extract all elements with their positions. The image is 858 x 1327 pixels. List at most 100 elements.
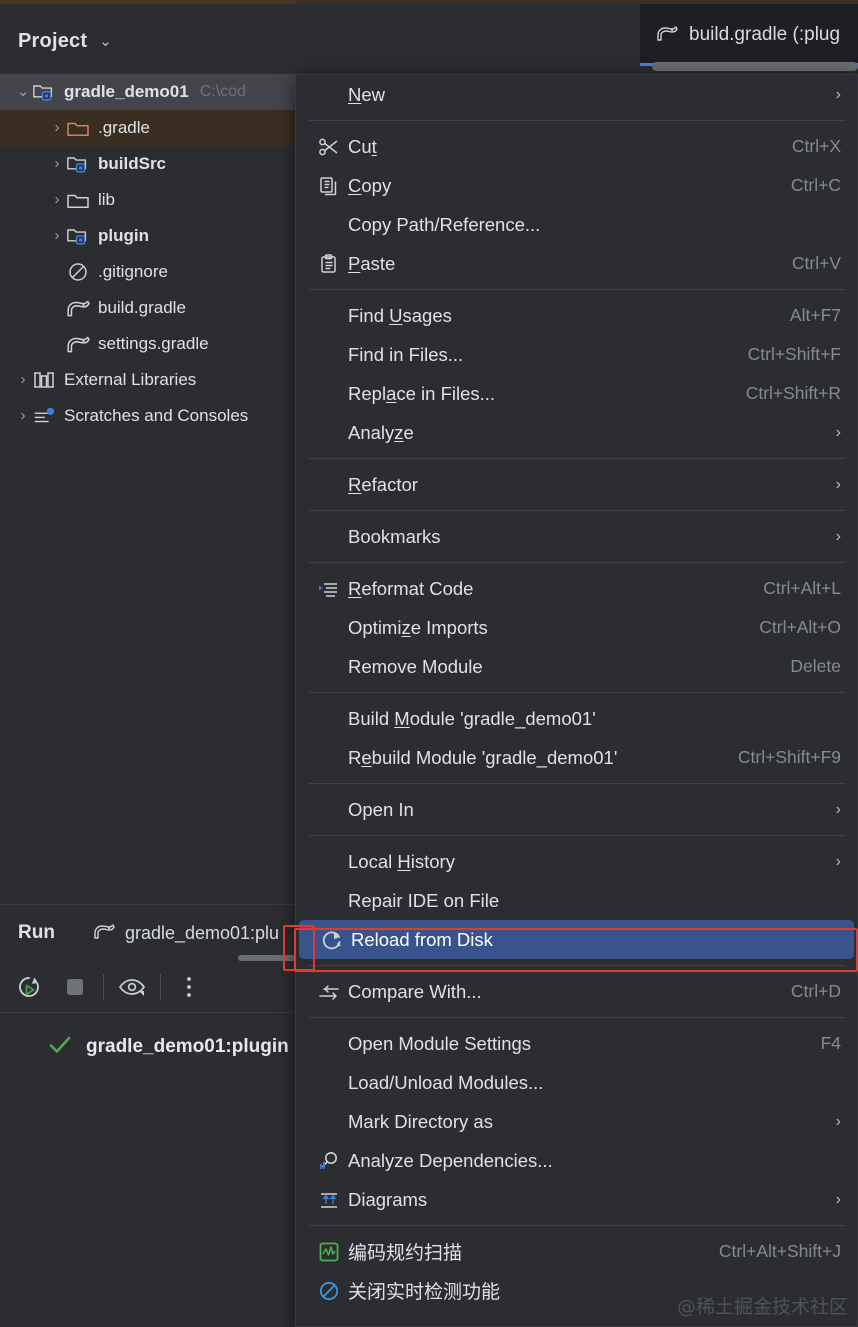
menu-item-label: Mark Directory as bbox=[348, 1110, 493, 1132]
menu-item-load-unload-modules[interactable]: Load/Unload Modules... bbox=[296, 1063, 857, 1102]
code-scan-icon bbox=[314, 1241, 344, 1263]
menu-item-shortcut: Ctrl+Alt+O bbox=[759, 617, 841, 637]
menu-item-analyze-dependencies[interactable]: Analyze Dependencies... bbox=[296, 1141, 857, 1180]
chevron-right-icon[interactable]: › bbox=[14, 371, 32, 389]
menu-item-label: Open Module Settings bbox=[348, 1032, 532, 1054]
menu-separator bbox=[308, 835, 845, 836]
menu-item-copy[interactable]: Copy Ctrl+C bbox=[296, 166, 857, 205]
menu-item-reformat-code[interactable]: Reformat Code Ctrl+Alt+L bbox=[296, 569, 857, 608]
tab-label: build.gradle (:plug bbox=[689, 24, 841, 45]
menu-item-open-in[interactable]: Open In › bbox=[296, 790, 857, 829]
menu-item-label: Rebuild Module 'gradle_demo01' bbox=[348, 746, 618, 768]
menu-separator bbox=[308, 1225, 845, 1226]
menu-icon-placeholder bbox=[314, 305, 344, 327]
menu-icon-placeholder bbox=[314, 1072, 344, 1094]
menu-item-label: Local History bbox=[348, 850, 455, 872]
menu-icon-placeholder bbox=[314, 851, 344, 873]
menu-item-build-module-gradle-demo01[interactable]: Build Module 'gradle_demo01' bbox=[296, 699, 857, 738]
run-tab-gradle-demo01[interactable]: gradle_demo01:plu bbox=[93, 922, 279, 945]
menu-item-label: Refactor bbox=[348, 473, 418, 495]
eye-icon[interactable] bbox=[109, 964, 155, 1010]
gradle-icon bbox=[656, 24, 678, 47]
chevron-right-icon[interactable]: › bbox=[48, 119, 66, 137]
menu-item-label: Cut bbox=[348, 135, 377, 157]
menu-item-label: New bbox=[348, 83, 386, 105]
check-icon bbox=[48, 1035, 72, 1060]
menu-item-label: Copy Path/Reference... bbox=[348, 213, 541, 235]
chevron-right-icon[interactable]: › bbox=[48, 155, 66, 173]
menu-item-label: 编码规约扫描 bbox=[348, 1243, 463, 1264]
chevron-right-icon[interactable]: › bbox=[14, 407, 32, 425]
menu-item-shortcut: Ctrl+V bbox=[791, 253, 841, 273]
gitignore-icon bbox=[66, 261, 90, 283]
toolbar-divider bbox=[103, 973, 104, 1000]
run-result-label: gradle_demo01:plugin bbox=[86, 1036, 289, 1057]
menu-item-shortcut: Ctrl+D bbox=[790, 981, 841, 1001]
diagrams-icon bbox=[314, 1189, 344, 1211]
paste-icon bbox=[314, 253, 344, 275]
tab-build-gradle[interactable]: build.gradle (:plug bbox=[640, 4, 858, 66]
module-folder-icon bbox=[32, 81, 56, 103]
scissors-icon bbox=[314, 136, 344, 158]
menu-item-编码规约扫描[interactable]: 编码规约扫描 Ctrl+Alt+Shift+J bbox=[296, 1232, 857, 1271]
menu-icon-placeholder bbox=[314, 617, 344, 639]
chevron-right-icon: › bbox=[835, 475, 841, 493]
menu-separator bbox=[308, 562, 845, 563]
menu-item-refactor[interactable]: Refactor › bbox=[296, 465, 857, 504]
menu-item-mark-directory-as[interactable]: Mark Directory as › bbox=[296, 1102, 857, 1141]
module-folder-icon bbox=[66, 153, 90, 175]
tree-item-label: External Libraries bbox=[64, 370, 197, 389]
watermark-text: @稀土掘金技术社区 bbox=[676, 1296, 848, 1318]
editor-horizontal-scrollbar[interactable] bbox=[652, 62, 858, 71]
menu-item-compare-with[interactable]: Compare With... Ctrl+D bbox=[296, 972, 857, 1011]
chevron-right-icon[interactable]: › bbox=[48, 227, 66, 245]
menu-item-local-history[interactable]: Local History › bbox=[296, 842, 857, 881]
menu-item-reload-from-disk[interactable]: Reload from Disk bbox=[299, 920, 854, 959]
menu-item-analyze[interactable]: Analyze › bbox=[296, 413, 857, 452]
menu-item-repair-ide-on-file[interactable]: Repair IDE on File bbox=[296, 881, 857, 920]
menu-icon-placeholder bbox=[314, 1033, 344, 1055]
project-panel-header[interactable]: Project ⌄ bbox=[0, 8, 640, 74]
disable-inspection-icon bbox=[314, 1280, 344, 1302]
chevron-down-icon[interactable]: ⌄ bbox=[99, 34, 112, 49]
menu-item-paste[interactable]: Paste Ctrl+V bbox=[296, 244, 857, 283]
menu-item-optimize-imports[interactable]: Optimize Imports Ctrl+Alt+O bbox=[296, 608, 857, 647]
menu-item-cut[interactable]: Cut Ctrl+X bbox=[296, 127, 857, 166]
menu-item-shortcut: F4 bbox=[820, 1033, 841, 1053]
chevron-right-icon[interactable]: › bbox=[48, 191, 66, 209]
scratches-icon bbox=[32, 405, 56, 427]
stop-button[interactable] bbox=[52, 964, 98, 1010]
module-folder-icon bbox=[66, 225, 90, 247]
menu-item-bookmarks[interactable]: Bookmarks › bbox=[296, 517, 857, 556]
chevron-down-icon[interactable]: ⌄ bbox=[14, 83, 32, 101]
tree-item-label: plugin bbox=[98, 226, 149, 245]
menu-item-rebuild-module-gradle-demo01[interactable]: Rebuild Module 'gradle_demo01' Ctrl+Shift… bbox=[296, 738, 857, 777]
menu-item-label: Open In bbox=[348, 798, 414, 820]
menu-item-label: Remove Module bbox=[348, 655, 483, 677]
menu-item-find-in-files[interactable]: Find in Files... Ctrl+Shift+F bbox=[296, 335, 857, 374]
ide-window: build.gradle (:plug Project ⌄ ⌄ gradle_de… bbox=[0, 0, 858, 1327]
menu-item-label: Diagrams bbox=[348, 1188, 428, 1210]
chevron-right-icon: › bbox=[835, 800, 841, 818]
menu-item-new[interactable]: New › bbox=[296, 75, 857, 114]
menu-item-label: 关闭实时检测功能 bbox=[348, 1282, 501, 1303]
menu-item-label: Analyze bbox=[348, 421, 414, 443]
menu-item-copy-path-reference[interactable]: Copy Path/Reference... bbox=[296, 205, 857, 244]
menu-item-find-usages[interactable]: Find Usages Alt+F7 bbox=[296, 296, 857, 335]
library-icon bbox=[32, 369, 56, 391]
menu-item-shortcut: Ctrl+X bbox=[791, 136, 841, 156]
menu-item-label: Bookmarks bbox=[348, 525, 441, 547]
menu-item-label: Reformat Code bbox=[348, 577, 474, 599]
tree-item-label: gradle_demo01 bbox=[64, 82, 189, 101]
kebab-menu-icon[interactable] bbox=[166, 964, 212, 1010]
menu-item-diagrams[interactable]: Diagrams › bbox=[296, 1180, 857, 1219]
menu-item-remove-module[interactable]: Remove Module Delete bbox=[296, 647, 857, 686]
menu-item-label: Copy bbox=[348, 174, 392, 196]
rerun-button[interactable] bbox=[6, 964, 52, 1010]
menu-item-open-module-settings[interactable]: Open Module Settings F4 bbox=[296, 1024, 857, 1063]
tree-item-label: settings.gradle bbox=[98, 334, 209, 353]
menu-item-replace-in-files[interactable]: Replace in Files... Ctrl+Shift+R bbox=[296, 374, 857, 413]
tree-item-path: C:\cod bbox=[199, 83, 246, 100]
